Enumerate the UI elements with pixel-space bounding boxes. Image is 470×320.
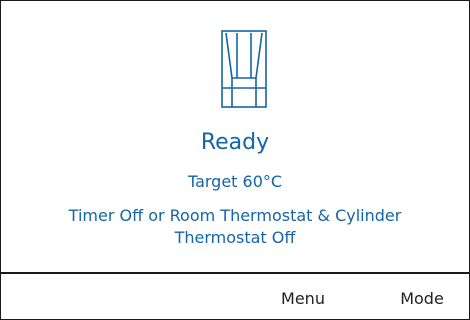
- status-label: Ready: [200, 130, 270, 155]
- divider: [1, 272, 469, 274]
- status-message: Timer Off or Room Thermostat & Cylinder …: [11, 205, 459, 249]
- status-message-line-2: Thermostat Off: [174, 228, 296, 247]
- target-temperature: Target 60°C: [187, 172, 283, 191]
- thermostat-screen: Ready Target 60°C Timer Off or Room Ther…: [0, 0, 470, 320]
- status-message-line-1: Timer Off or Room Thermostat & Cylinder: [68, 206, 402, 225]
- menu-button[interactable]: Menu: [265, 287, 341, 311]
- hot-water-cylinder-icon: [221, 30, 267, 108]
- mode-button[interactable]: Mode: [383, 287, 461, 311]
